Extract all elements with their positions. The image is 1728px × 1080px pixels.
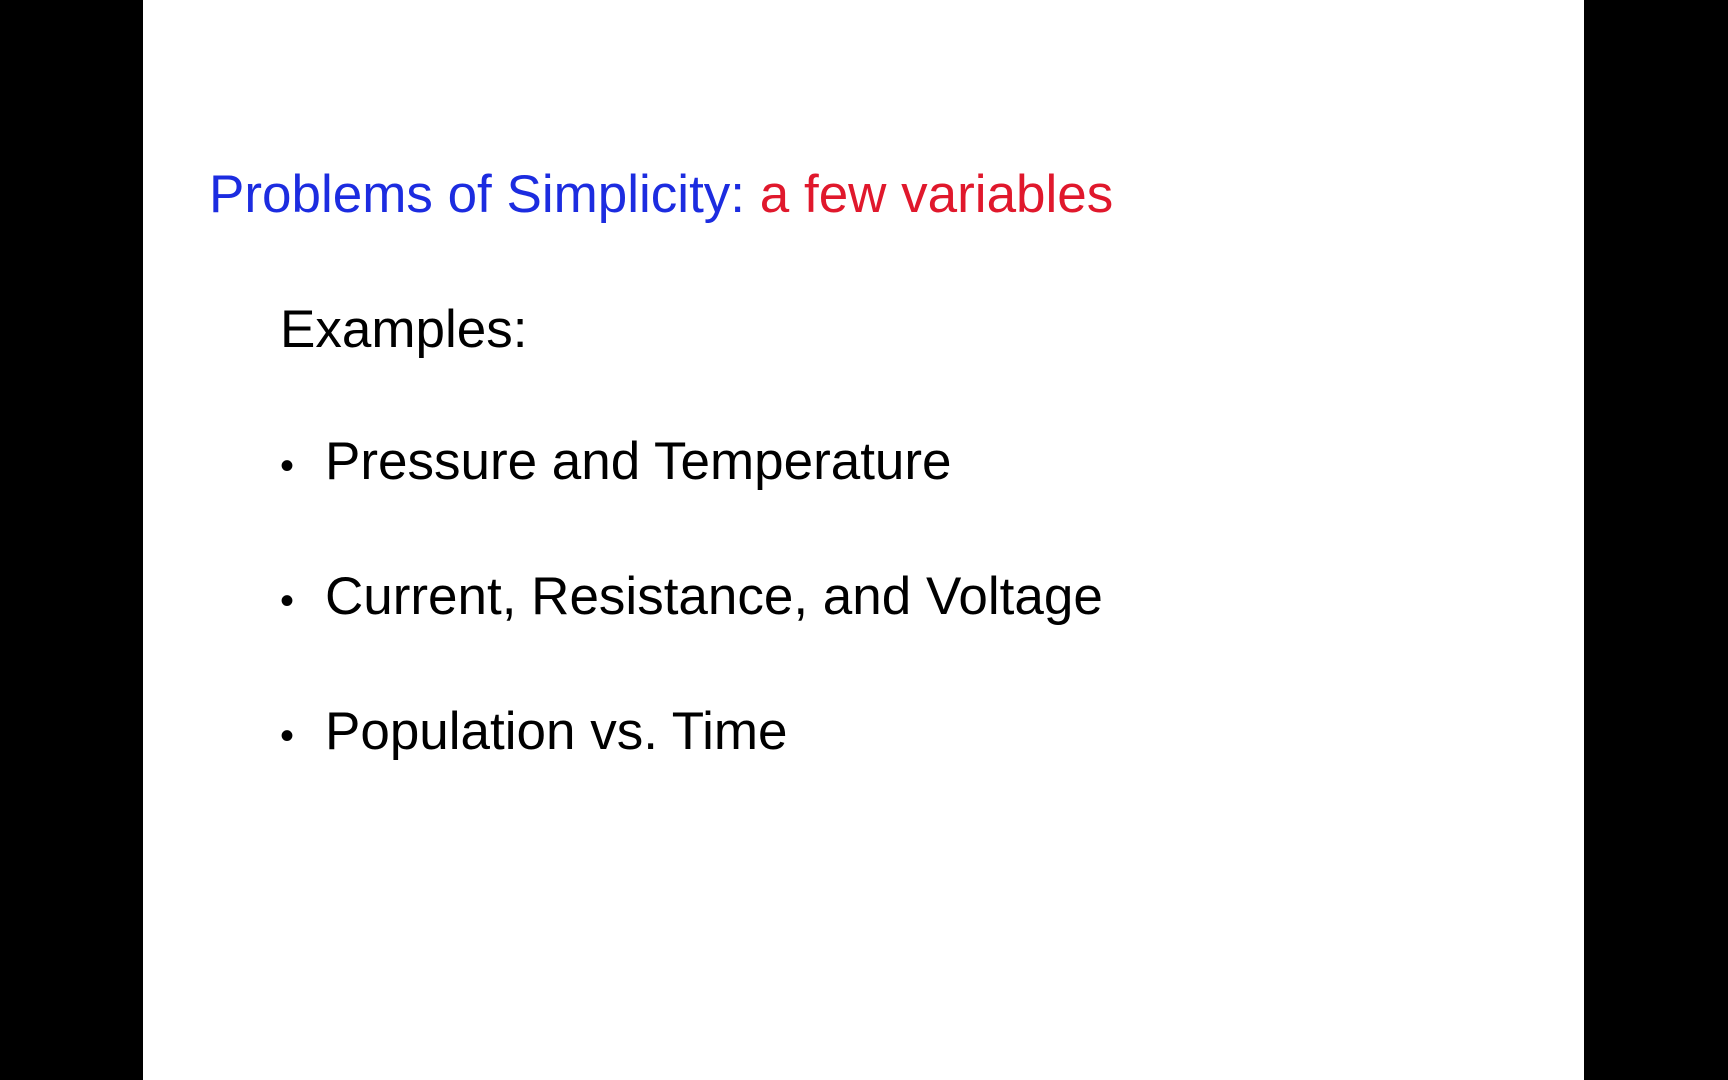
- list-item-label: Pressure and Temperature: [325, 432, 952, 491]
- video-viewport: Problems of Simplicity: a few variables …: [0, 0, 1728, 1080]
- slide-title-topic: Problems of Simplicity:: [209, 165, 760, 224]
- list-item-label: Current, Resistance, and Voltage: [325, 567, 1103, 626]
- slide-title-emphasis: a few variables: [759, 165, 1114, 224]
- list-item: • Population vs. Time: [280, 700, 1103, 835]
- list-item-label: Population vs. Time: [325, 702, 788, 761]
- slide-canvas: Problems of Simplicity: a few variables …: [143, 0, 1584, 1080]
- examples-list: • Pressure and Temperature • Current, Re…: [280, 430, 1103, 835]
- list-item: • Current, Resistance, and Voltage: [280, 565, 1103, 700]
- bullet-icon: •: [280, 444, 295, 488]
- bullet-icon: •: [280, 579, 295, 623]
- examples-heading: Examples:: [280, 300, 528, 359]
- list-item: • Pressure and Temperature: [280, 430, 1103, 565]
- bullet-icon: •: [280, 714, 295, 758]
- slide-title: Problems of Simplicity: a few variables: [209, 163, 1113, 227]
